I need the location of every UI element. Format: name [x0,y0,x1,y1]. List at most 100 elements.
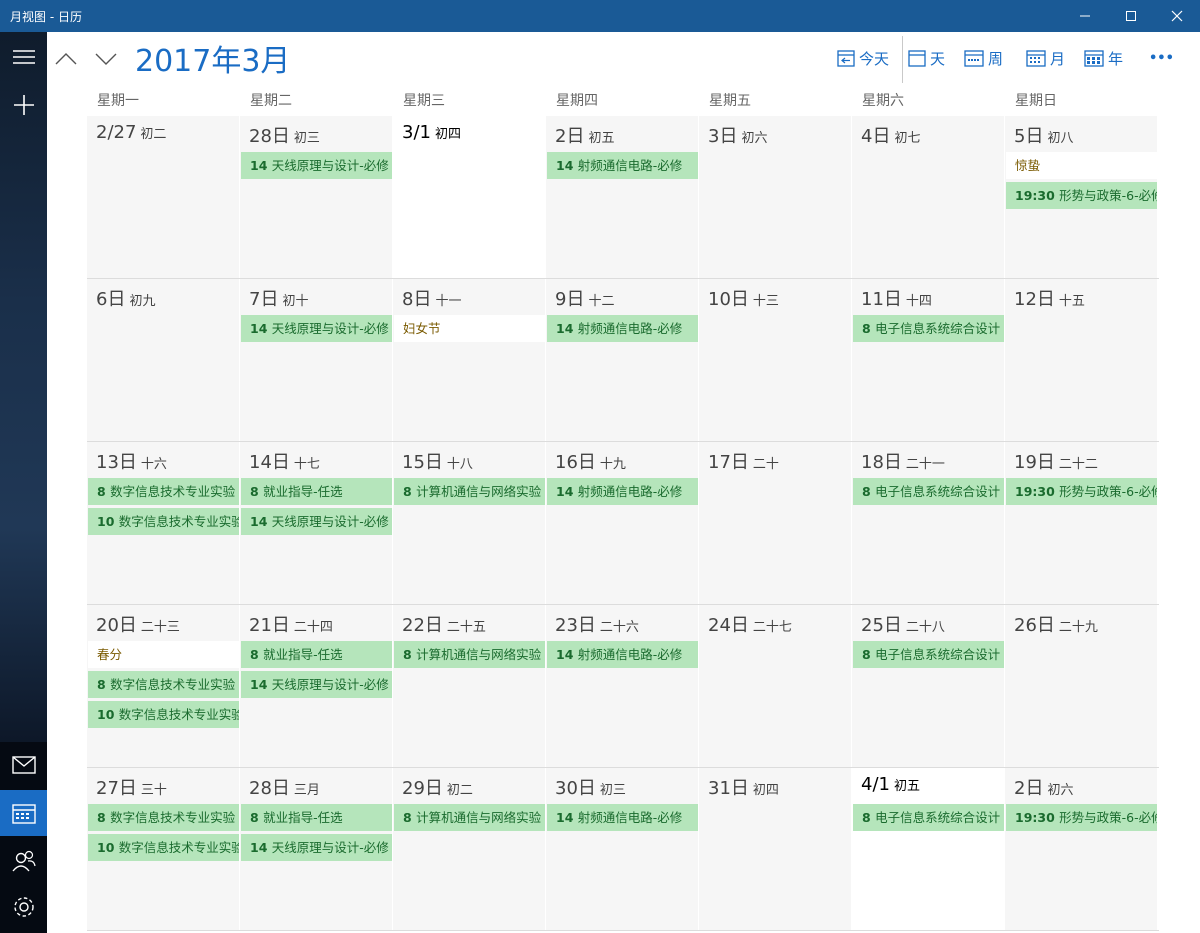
calendar-event[interactable]: 8 就业指导-任选 [241,641,392,668]
calendar-event[interactable]: 19:30 形势与政策-6-必修 [1006,478,1157,505]
event-title: 天线原理与设计-必修 [271,514,389,529]
day-cell[interactable]: 4/1 初五 8 电子信息系统综合设计 [852,768,1005,930]
event-title: 射频通信电路-必修 [577,484,683,499]
weekday-label: 星期二 [250,93,292,109]
day-view-button[interactable]: 天 [908,46,945,70]
calendar-event[interactable]: 8 电子信息系统综合设计 [853,804,1004,831]
day-cell[interactable]: 30日 初三 14 射频通信电路-必修 [546,768,699,930]
calendar-event[interactable]: 14 射频通信电路-必修 [547,804,698,831]
day-cell[interactable]: 21日 二十四 8 就业指导-任选 14 天线原理与设计-必修 [240,605,393,767]
calendar-event[interactable]: 19:30 形势与政策-6-必修 [1006,804,1157,831]
day-number: 8日 十一 [402,285,461,311]
calendar-event[interactable]: 8 数字信息技术专业实验 [88,804,239,831]
date-label: 28日 [249,778,290,799]
next-month-button[interactable] [93,46,119,72]
day-cell[interactable]: 8日 十一妇女节 [393,279,546,441]
day-cell[interactable]: 6日 初九 [87,279,240,441]
event-time: 8 [862,484,871,499]
day-cell[interactable]: 19日 二十二 19:30 形势与政策-6-必修 [1005,442,1158,604]
day-cell[interactable]: 2日 初五 14 射频通信电路-必修 [546,116,699,278]
date-label: 4日 [861,126,891,147]
calendar-event[interactable]: 14 天线原理与设计-必修 [241,508,392,535]
year-view-button[interactable]: 年 [1084,46,1123,70]
more-options-button[interactable]: ••• [1149,46,1174,70]
date-label: 9日 [555,289,585,310]
lunar-date-label: 二十四 [293,620,333,635]
day-cell[interactable]: 14日 十七 8 就业指导-任选 14 天线原理与设计-必修 [240,442,393,604]
calendar-event[interactable]: 14 射频通信电路-必修 [547,478,698,505]
calendar-event[interactable]: 19:30 形势与政策-6-必修 [1006,182,1157,209]
event-title: 数字信息技术专业实验 [118,514,239,529]
settings-button[interactable] [0,884,47,930]
calendar-event[interactable]: 14 射频通信电路-必修 [547,315,698,342]
calendar-event[interactable]: 8 计算机通信与网络实验 [394,478,545,505]
day-cell[interactable]: 2日 初六 19:30 形势与政策-6-必修 [1005,768,1158,930]
calendar-event[interactable]: 8 电子信息系统综合设计 [853,478,1004,505]
title-bar: 月视图 - 日历 [0,0,1200,32]
event-time: 8 [250,810,259,825]
calendar-event[interactable]: 8 数字信息技术专业实验 [88,671,239,698]
week-view-button[interactable]: 周 [964,46,1003,70]
day-cell[interactable]: 2/27 初二 [87,116,240,278]
calendar-event[interactable]: 14 天线原理与设计-必修 [241,152,392,179]
day-cell[interactable]: 24日 二十七 [699,605,852,767]
holiday-label[interactable]: 惊蛰 [1006,152,1157,179]
day-cell[interactable]: 31日 初四 [699,768,852,930]
people-icon [11,850,36,872]
month-view-button[interactable]: 月 [1026,46,1065,70]
day-cell[interactable]: 18日 二十一 8 电子信息系统综合设计 [852,442,1005,604]
calendar-event[interactable]: 8 电子信息系统综合设计 [853,315,1004,342]
calendar-event[interactable]: 14 射频通信电路-必修 [547,641,698,668]
day-cell[interactable]: 3日 初六 [699,116,852,278]
close-button[interactable] [1154,0,1200,32]
calendar-event[interactable]: 8 数字信息技术专业实验 [88,478,239,505]
date-label: 11日 [861,289,902,310]
new-event-button[interactable] [0,82,47,128]
calendar-event[interactable]: 14 射频通信电路-必修 [547,152,698,179]
day-cell[interactable]: 15日 十八 8 计算机通信与网络实验 [393,442,546,604]
people-button[interactable] [0,838,47,884]
day-cell[interactable]: 20日 二十三 春分 8 数字信息技术专业实验 10 数字信息技术专业实验 [87,605,240,767]
calendar-event[interactable]: 10 数字信息技术专业实验 [88,701,239,728]
calendar-event[interactable]: 8 计算机通信与网络实验 [394,804,545,831]
mail-button[interactable] [0,742,47,788]
day-cell[interactable]: 17日 二十 [699,442,852,604]
minimize-button[interactable] [1062,0,1108,32]
day-cell[interactable]: 3/1 初四 [393,116,546,278]
day-cell[interactable]: 16日 十九 14 射频通信电路-必修 [546,442,699,604]
day-cell[interactable]: 9日 十二 14 射频通信电路-必修 [546,279,699,441]
day-cell[interactable]: 10日 十三 [699,279,852,441]
day-cell[interactable]: 29日 初二 8 计算机通信与网络实验 [393,768,546,930]
day-cell[interactable]: 27日 三十 8 数字信息技术专业实验 10 数字信息技术专业实验 [87,768,240,930]
day-cell[interactable]: 11日 十四 8 电子信息系统综合设计 [852,279,1005,441]
calendar-event[interactable]: 10 数字信息技术专业实验 [88,834,239,861]
maximize-button[interactable] [1108,0,1154,32]
day-cell[interactable]: 7日 初十 14 天线原理与设计-必修 [240,279,393,441]
calendar-nav-button[interactable] [0,790,47,836]
calendar-event[interactable]: 14 天线原理与设计-必修 [241,834,392,861]
holiday-label[interactable]: 妇女节 [394,315,545,342]
calendar-event[interactable]: 14 天线原理与设计-必修 [241,671,392,698]
holiday-label[interactable]: 春分 [88,641,239,668]
calendar-event[interactable]: 14 天线原理与设计-必修 [241,315,392,342]
day-number: 17日 二十 [708,448,779,474]
day-cell[interactable]: 5日 初八 惊蛰 19:30 形势与政策-6-必修 [1005,116,1158,278]
calendar-event[interactable]: 8 就业指导-任选 [241,804,392,831]
day-cell[interactable]: 22日 二十五 8 计算机通信与网络实验 [393,605,546,767]
previous-month-button[interactable] [53,46,79,72]
hamburger-menu-button[interactable] [0,34,47,80]
day-cell[interactable]: 28日 三月 8 就业指导-任选 14 天线原理与设计-必修 [240,768,393,930]
month-title[interactable]: 2017年3月 [135,36,290,80]
calendar-event[interactable]: 8 电子信息系统综合设计 [853,641,1004,668]
day-cell[interactable]: 13日 十六 8 数字信息技术专业实验 10 数字信息技术专业实验 [87,442,240,604]
today-button[interactable]: 今天 [837,46,889,70]
day-cell[interactable]: 25日 二十八 8 电子信息系统综合设计 [852,605,1005,767]
day-cell[interactable]: 12日 十五 [1005,279,1158,441]
calendar-event[interactable]: 8 就业指导-任选 [241,478,392,505]
day-cell[interactable]: 4日 初七 [852,116,1005,278]
calendar-event[interactable]: 8 计算机通信与网络实验 [394,641,545,668]
calendar-event[interactable]: 10 数字信息技术专业实验 [88,508,239,535]
day-cell[interactable]: 26日 二十九 [1005,605,1158,767]
day-cell[interactable]: 23日 二十六 14 射频通信电路-必修 [546,605,699,767]
day-cell[interactable]: 28日 初三 14 天线原理与设计-必修 [240,116,393,278]
